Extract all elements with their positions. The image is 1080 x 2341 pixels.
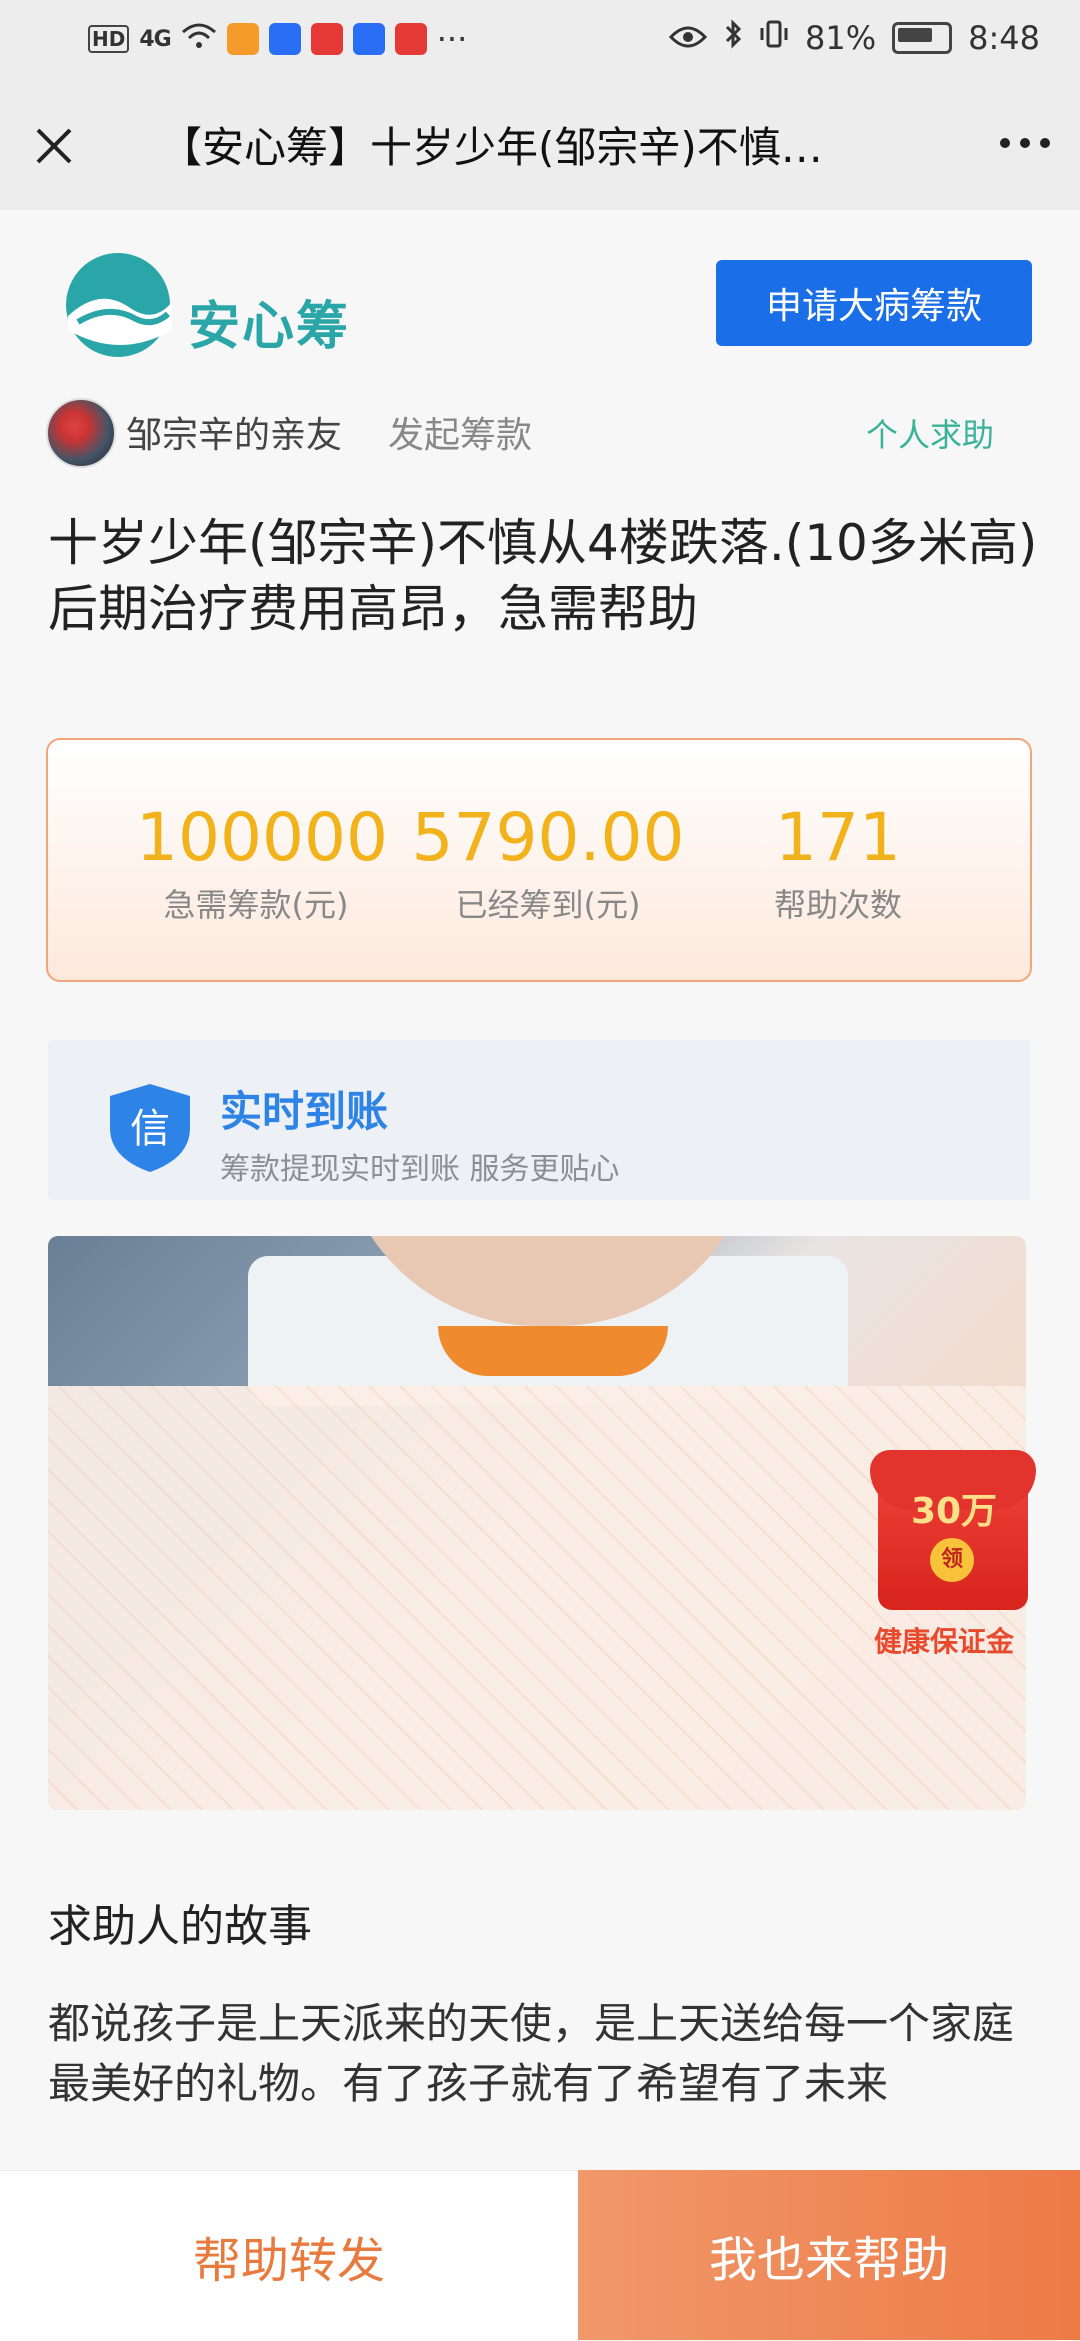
story-title: 求助人的故事 (48, 1901, 312, 1952)
eye-icon (668, 19, 708, 57)
stat-target: 100000 急需筹款(元) (136, 799, 388, 926)
stat-value: 171 (775, 799, 901, 876)
organizer-name[interactable]: 邹宗辛的亲友 (126, 406, 342, 458)
stats-panel: 100000 急需筹款(元) 5790.00 已经筹到(元) 171 帮助次数 (46, 738, 1032, 982)
promo-label[interactable]: 健康保证金 (874, 1620, 1014, 1660)
main-content: 安心筹 申请大病筹款 邹宗辛的亲友 发起筹款 个人求助 十岁少年(邹宗辛)不慎从… (0, 210, 1080, 2340)
status-bar: HD 4G ··· 81% 8:48 (0, 0, 1080, 82)
stat-raised: 5790.00 已经筹到(元) (408, 802, 688, 926)
app-notification-icon (310, 23, 343, 55)
bluetooth-icon (723, 18, 743, 58)
battery-percent: 81% (805, 19, 877, 57)
more-options-icon[interactable] (1000, 138, 1050, 148)
vibrate-icon (759, 18, 789, 58)
hd-icon: HD (88, 25, 130, 53)
logo-mark-icon (66, 253, 172, 357)
app-notification-icon (352, 23, 385, 55)
share-button[interactable]: 帮助转发 (0, 2170, 578, 2341)
stat-label: 已经筹到(元) (455, 886, 641, 924)
stat-label: 急需筹款(元) (163, 886, 349, 924)
clock: 8:48 (968, 19, 1040, 57)
promo-amount: 30万 (910, 1491, 998, 1532)
campaign-type-badge: 个人求助 (865, 416, 994, 454)
promo-coin: 领 (930, 1538, 974, 1582)
wifi-icon (181, 20, 217, 58)
status-icons-left: HD 4G ··· (88, 20, 467, 58)
brand-name: 安心筹 (188, 297, 351, 357)
realtime-title: 实时到账 (220, 1087, 389, 1136)
story-body: 都说孩子是上天派来的天使，是上天送给每一个家庭最美好的礼物。有了孩子就有了希望有… (48, 1999, 1015, 2108)
realtime-payout-banner[interactable]: 信 实时到账 筹款提现实时到账 服务更贴心 (48, 1040, 1030, 1200)
stat-value: 100000 (136, 799, 388, 876)
signal-icon: 4G (139, 26, 171, 52)
organizer-action: 发起筹款 (388, 415, 533, 456)
realtime-subtitle: 筹款提现实时到账 服务更贴心 (220, 1152, 620, 1187)
page-title: 【安心筹】十岁少年(邹宗辛)不慎… (160, 123, 823, 172)
stat-label: 帮助次数 (773, 886, 902, 924)
shield-text: 信 (130, 1106, 170, 1152)
bottom-action-bar: 帮助转发 我也来帮助 (0, 2170, 1080, 2341)
battery-icon (892, 22, 953, 54)
video-app-icon (226, 23, 259, 55)
app-notification-icon (394, 23, 427, 55)
red-packet-promo[interactable]: 30万 领 (860, 1420, 1040, 1620)
app-notification-icon (268, 23, 301, 55)
donate-button[interactable]: 我也来帮助 (578, 2170, 1080, 2340)
shield-icon: 信 (106, 1082, 194, 1174)
brand-logo: 安心筹 (60, 250, 380, 360)
more-notifications-icon: ··· (436, 20, 468, 58)
stat-help-count: 171 帮助次数 (738, 802, 938, 926)
nav-bar: 【安心筹】十岁少年(邹宗辛)不慎… (0, 82, 1080, 210)
campaign-headline: 十岁少年(邹宗辛)不慎从4楼跌落.(10多米高)后期治疗费用高昂，急需帮助 (48, 514, 1038, 638)
stat-value: 5790.00 (411, 799, 685, 876)
avatar[interactable] (46, 398, 116, 468)
close-icon[interactable] (32, 124, 76, 168)
status-icons-right: 81% 8:48 (668, 18, 1040, 58)
apply-fundraising-button[interactable]: 申请大病筹款 (716, 260, 1032, 346)
